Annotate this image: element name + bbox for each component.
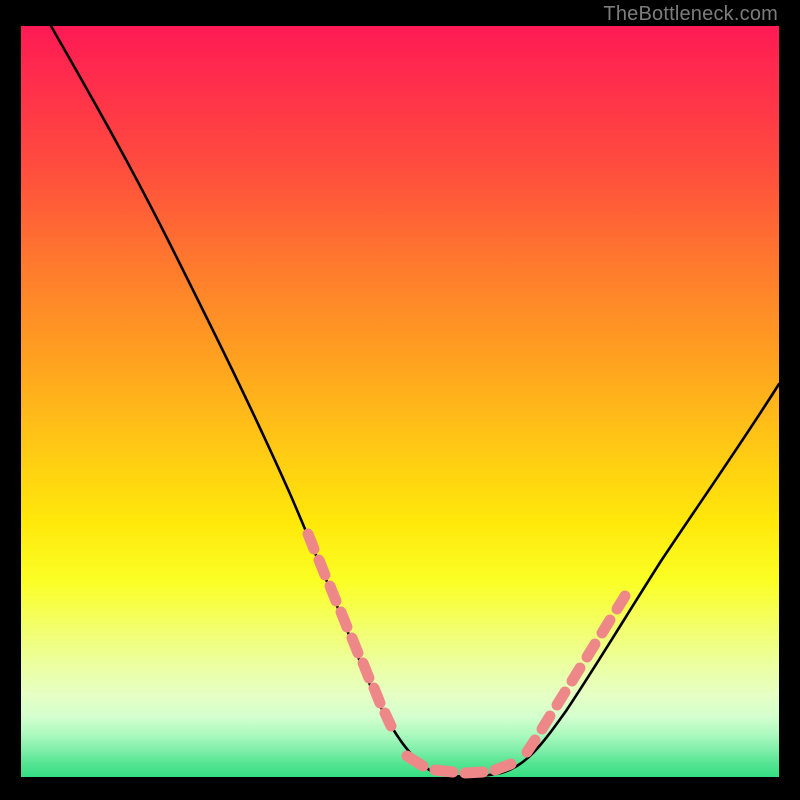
highlight-markers-left bbox=[308, 534, 391, 726]
watermark-text: TheBottleneck.com bbox=[603, 3, 778, 26]
highlight-markers-right bbox=[527, 596, 625, 752]
highlight-markers-bottom bbox=[407, 756, 511, 773]
bottleneck-curve bbox=[51, 26, 779, 777]
chart-svg bbox=[21, 26, 779, 777]
chart-frame: TheBottleneck.com bbox=[0, 0, 800, 800]
